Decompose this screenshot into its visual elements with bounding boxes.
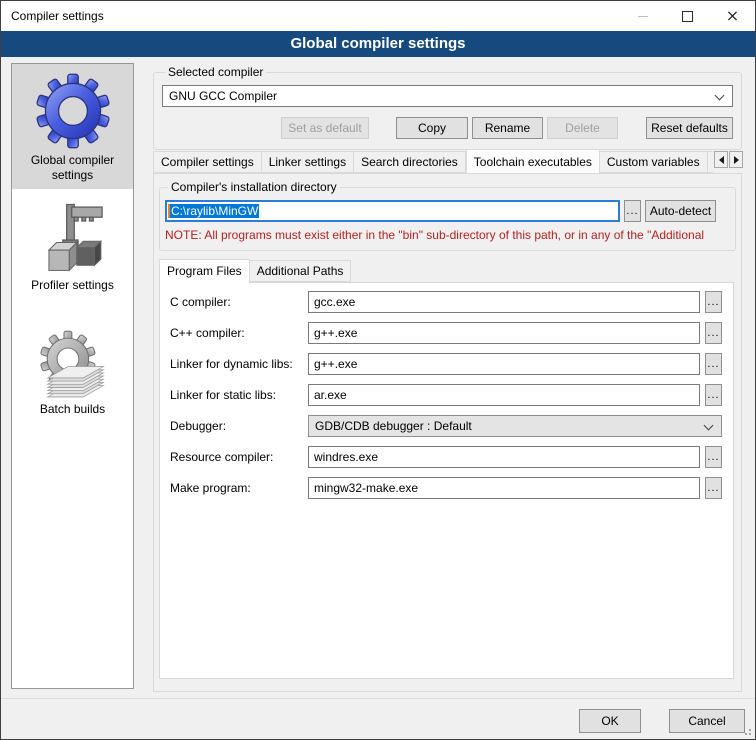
sidebar-item-label: Profiler settings bbox=[31, 278, 114, 293]
tab-compiler-settings[interactable]: Compiler settings bbox=[153, 151, 262, 173]
field-row-cpp-compiler: C++ compiler: ... bbox=[170, 322, 722, 344]
caption-buttons: × bbox=[620, 1, 755, 31]
delete-button[interactable]: Delete bbox=[547, 117, 618, 139]
sidebar-item-profiler-settings[interactable]: Profiler settings bbox=[12, 197, 133, 299]
field-row-make-program: Make program: ... bbox=[170, 477, 722, 499]
rename-button[interactable]: Rename bbox=[472, 117, 543, 139]
sidebar-item-batch-builds[interactable]: Batch builds bbox=[12, 321, 133, 423]
browse-c-compiler-button[interactable]: ... bbox=[705, 291, 722, 313]
left-arrow-icon bbox=[715, 156, 724, 164]
browse-cpp-compiler-button[interactable]: ... bbox=[705, 322, 722, 344]
field-label: C compiler: bbox=[170, 295, 308, 309]
cpp-compiler-input[interactable] bbox=[308, 322, 700, 344]
browse-dynamic-linker-button[interactable]: ... bbox=[705, 353, 722, 375]
auto-detect-button[interactable]: Auto-detect bbox=[645, 200, 716, 222]
ok-button[interactable]: OK bbox=[579, 709, 641, 733]
field-row-dynamic-linker: Linker for dynamic libs: ... bbox=[170, 353, 722, 375]
close-button[interactable]: × bbox=[710, 1, 755, 31]
sidebar-item-global-compiler-settings[interactable]: Global compiler settings bbox=[12, 64, 133, 189]
titlebar: Compiler settings × bbox=[1, 1, 755, 31]
browse-make-program-button[interactable]: ... bbox=[705, 477, 722, 499]
field-label: Debugger: bbox=[170, 419, 308, 433]
tab-search-directories[interactable]: Search directories bbox=[354, 151, 466, 173]
reset-defaults-button[interactable]: Reset defaults bbox=[646, 117, 733, 139]
debugger-select[interactable]: GDB/CDB debugger : Default bbox=[308, 415, 722, 437]
blue-gear-icon bbox=[31, 69, 115, 153]
compiler-actions: Set as default Copy Rename Delete Reset … bbox=[162, 117, 733, 139]
installation-directory-input[interactable]: C:\raylib\MinGW bbox=[165, 200, 620, 222]
dialog-header: Global compiler settings bbox=[1, 31, 755, 57]
tab-linker-settings[interactable]: Linker settings bbox=[262, 151, 354, 173]
window-title: Compiler settings bbox=[11, 9, 104, 23]
installation-directory-value: C:\raylib\MinGW bbox=[170, 204, 259, 218]
tab-toolchain-executables[interactable]: Toolchain executables bbox=[466, 149, 600, 173]
maximize-button[interactable] bbox=[665, 1, 710, 31]
close-icon: × bbox=[726, 8, 739, 24]
tab-scroll-left-button[interactable] bbox=[714, 151, 728, 168]
set-as-default-button[interactable]: Set as default bbox=[281, 117, 369, 139]
copy-button[interactable]: Copy bbox=[396, 117, 468, 139]
chevron-down-icon bbox=[704, 421, 714, 431]
caliper-cubes-icon bbox=[31, 202, 115, 278]
installation-directory-group-label: Compiler's installation directory bbox=[168, 180, 340, 194]
selected-compiler-group: Selected compiler GNU GCC Compiler Set a… bbox=[153, 65, 742, 150]
browse-static-linker-button[interactable]: ... bbox=[705, 384, 722, 406]
field-label: Make program: bbox=[170, 481, 308, 495]
compiler-select[interactable]: GNU GCC Compiler bbox=[162, 85, 733, 107]
c-compiler-input[interactable] bbox=[308, 291, 700, 313]
minimize-button[interactable] bbox=[620, 1, 665, 31]
settings-category-list: Global compiler settings bbox=[11, 63, 134, 689]
note-text: NOTE: All programs must exist either in … bbox=[165, 228, 722, 242]
field-label: Linker for static libs: bbox=[170, 388, 308, 402]
minimize-icon bbox=[638, 16, 648, 17]
make-program-input[interactable] bbox=[308, 477, 700, 499]
gray-gear-stack-icon bbox=[31, 326, 115, 402]
field-row-c-compiler: C compiler: ... bbox=[170, 291, 722, 313]
compiler-settings-dialog: Compiler settings × Global compiler sett… bbox=[0, 0, 756, 740]
toolchain-executables-page: Compiler's installation directory C:\ray… bbox=[153, 173, 742, 692]
installation-directory-row: C:\raylib\MinGW ... Auto-detect bbox=[165, 200, 730, 222]
tab-program-files[interactable]: Program Files bbox=[159, 259, 250, 283]
field-label: Resource compiler: bbox=[170, 450, 308, 464]
field-row-static-linker: Linker for static libs: ... bbox=[170, 384, 722, 406]
cancel-button[interactable]: Cancel bbox=[669, 709, 745, 733]
compiler-select-value: GNU GCC Compiler bbox=[169, 89, 277, 103]
static-linker-input[interactable] bbox=[308, 384, 700, 406]
settings-tabstrip: Compiler settings Linker settings Search… bbox=[153, 149, 713, 173]
debugger-select-value: GDB/CDB debugger : Default bbox=[315, 419, 472, 433]
browse-directory-button[interactable]: ... bbox=[624, 200, 641, 222]
field-label: Linker for dynamic libs: bbox=[170, 357, 308, 371]
resource-compiler-input[interactable] bbox=[308, 446, 700, 468]
field-row-debugger: Debugger: GDB/CDB debugger : Default bbox=[170, 415, 722, 437]
chevron-down-icon bbox=[715, 91, 725, 101]
sidebar-item-label: Batch builds bbox=[40, 402, 105, 417]
program-files-page: C compiler: ... C++ compiler: ... Linker… bbox=[159, 282, 734, 679]
installation-directory-group: Compiler's installation directory C:\ray… bbox=[159, 180, 736, 251]
selected-compiler-group-label: Selected compiler bbox=[165, 65, 266, 79]
browse-resource-compiler-button[interactable]: ... bbox=[705, 446, 722, 468]
tab-additional-paths[interactable]: Additional Paths bbox=[250, 260, 352, 282]
tab-custom-variables[interactable]: Custom variables bbox=[600, 151, 708, 173]
program-files-tabstrip: Program Files Additional Paths bbox=[159, 258, 351, 282]
dynamic-linker-input[interactable] bbox=[308, 353, 700, 375]
footer-divider bbox=[1, 698, 755, 699]
field-row-resource-compiler: Resource compiler: ... bbox=[170, 446, 722, 468]
tab-scroll-right-button[interactable] bbox=[729, 151, 743, 168]
right-arrow-icon bbox=[734, 156, 743, 164]
field-label: C++ compiler: bbox=[170, 326, 308, 340]
tab-scroll-buttons bbox=[713, 151, 743, 168]
sidebar-item-label: Global compiler settings bbox=[14, 153, 131, 183]
resize-grip[interactable] bbox=[749, 733, 751, 735]
maximize-icon bbox=[682, 11, 693, 22]
